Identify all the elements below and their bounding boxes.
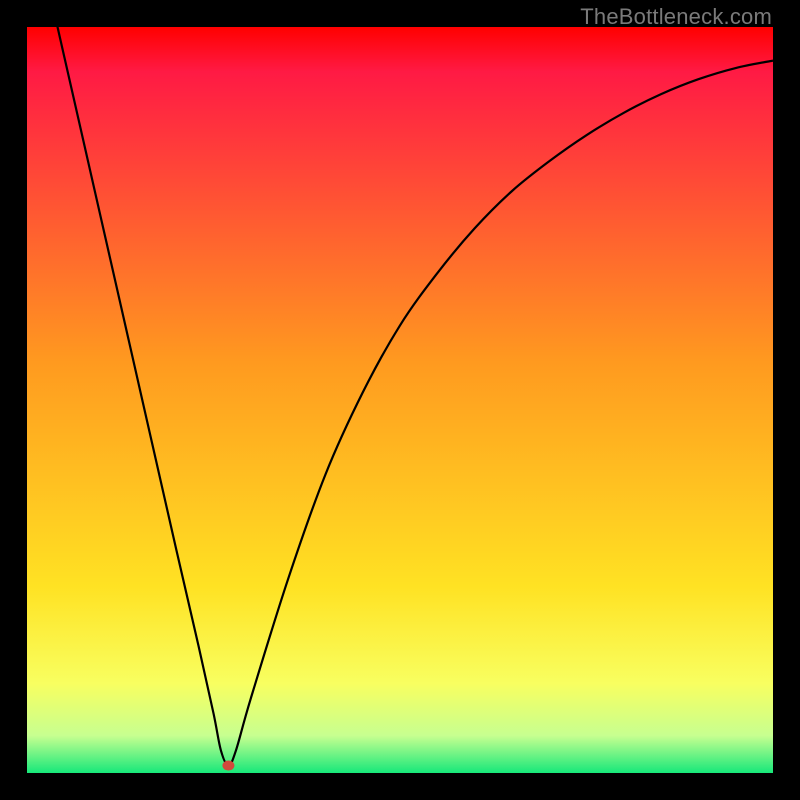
chart-marker xyxy=(222,761,234,771)
chart-background xyxy=(27,27,773,773)
chart-svg xyxy=(27,27,773,773)
